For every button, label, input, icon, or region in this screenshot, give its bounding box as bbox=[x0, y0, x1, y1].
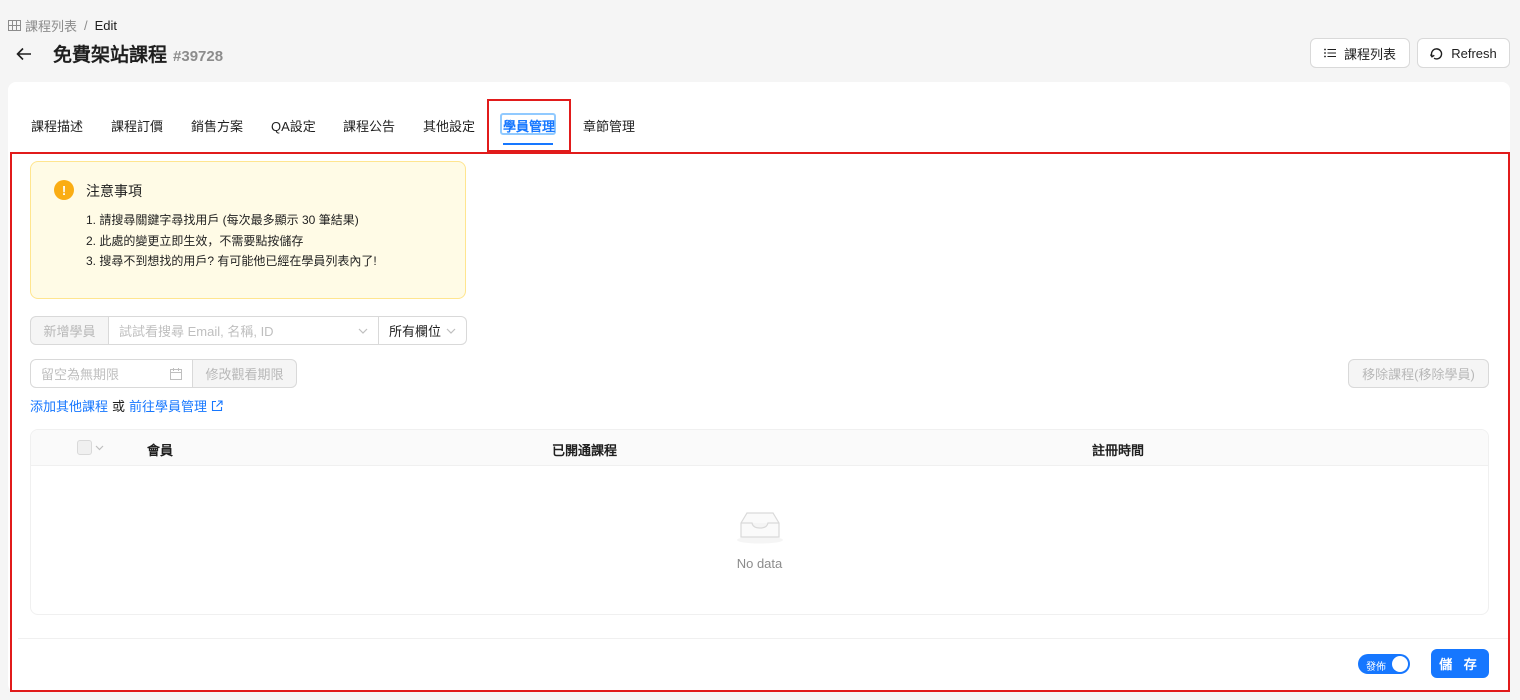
warning-icon: ! bbox=[54, 180, 74, 200]
field-select[interactable]: 所有欄位 bbox=[379, 316, 467, 345]
column-header-courses: 已開通課程 bbox=[552, 443, 618, 458]
table-header: 會員 已開通課程 註冊時間 bbox=[31, 430, 1488, 466]
notice-list: 1. 請搜尋關鍵字尋找用戶 (每次最多顯示 30 筆結果) 2. 此處的變更立即… bbox=[86, 210, 377, 272]
publish-toggle-label: 發佈 bbox=[1366, 662, 1386, 673]
tab-sales-plans[interactable]: 銷售方案 bbox=[191, 116, 243, 135]
empty-inbox-icon bbox=[737, 512, 783, 544]
select-all-checkbox[interactable] bbox=[77, 440, 104, 455]
notice-alert: ! 注意事項 1. 請搜尋關鍵字尋找用戶 (每次最多顯示 30 筆結果) 2. … bbox=[30, 161, 466, 299]
refresh-icon bbox=[1430, 47, 1443, 60]
refresh-button-label: Refresh bbox=[1451, 45, 1497, 61]
refresh-button[interactable]: Refresh bbox=[1417, 38, 1510, 68]
tab-qa-settings[interactable]: QA設定 bbox=[271, 116, 316, 135]
checkbox[interactable] bbox=[77, 440, 92, 455]
breadcrumb-current: Edit bbox=[94, 17, 118, 33]
breadcrumb-parent-label: 課程列表 bbox=[25, 18, 78, 34]
modify-expire-button[interactable]: 修改觀看期限 bbox=[193, 359, 297, 388]
notice-title: 注意事項 bbox=[86, 183, 142, 199]
external-link-icon[interactable] bbox=[211, 399, 223, 412]
page-title: 免費架站課程 bbox=[53, 45, 168, 66]
expire-date-placeholder: 留空為無期限 bbox=[41, 367, 120, 382]
course-list-button-label: 課程列表 bbox=[1343, 46, 1396, 62]
table-icon bbox=[8, 19, 21, 31]
chevron-down-icon[interactable] bbox=[95, 445, 104, 451]
breadcrumb: 課程列表 / Edit bbox=[8, 16, 117, 34]
search-placeholder: 試試看搜尋 Email, 名稱, ID bbox=[119, 324, 274, 339]
highlight-box-tab bbox=[487, 99, 571, 152]
main-card: 課程描述 課程訂價 銷售方案 QA設定 課程公告 其他設定 學員管理 章節管理 … bbox=[8, 82, 1510, 692]
calendar-icon bbox=[170, 367, 182, 380]
tab-announcements[interactable]: 課程公告 bbox=[343, 116, 395, 135]
expire-date-row: 留空為無期限 修改觀看期限 bbox=[30, 359, 297, 388]
remove-course-button[interactable]: 移除課程(移除學員) bbox=[1348, 359, 1489, 388]
add-other-course-link[interactable]: 添加其他課程 bbox=[30, 396, 108, 415]
empty-text: No data bbox=[736, 556, 783, 571]
notice-item: 2. 此處的變更立即生效，不需要點按儲存 bbox=[86, 233, 304, 248]
tab-pricing[interactable]: 課程訂價 bbox=[111, 116, 163, 135]
tab-bar: 課程描述 課程訂價 銷售方案 QA設定 課程公告 其他設定 學員管理 章節管理 bbox=[8, 82, 1510, 152]
breadcrumb-separator: / bbox=[84, 17, 88, 33]
tab-description[interactable]: 課程描述 bbox=[31, 116, 83, 135]
list-icon bbox=[1324, 48, 1336, 58]
chevron-down-icon bbox=[446, 328, 456, 334]
page-header: 免費架站課程 #39728 bbox=[14, 40, 223, 67]
links-row: 添加其他課程 或 前往學員管理 bbox=[30, 396, 223, 415]
column-header-member: 會員 bbox=[147, 443, 174, 458]
breadcrumb-parent[interactable]: 課程列表 bbox=[8, 16, 77, 35]
toggle-knob bbox=[1392, 656, 1408, 672]
footer-divider bbox=[18, 638, 1508, 639]
students-table: 會員 已開通課程 註冊時間 No data bbox=[30, 429, 1489, 615]
empty-state: No data bbox=[31, 466, 1488, 614]
links-or: 或 bbox=[112, 399, 126, 414]
back-arrow-icon[interactable] bbox=[14, 42, 34, 66]
column-header-registered: 註冊時間 bbox=[1092, 443, 1145, 458]
goto-student-management-link[interactable]: 前往學員管理 bbox=[129, 396, 207, 415]
expire-date-input[interactable]: 留空為無期限 bbox=[30, 359, 193, 388]
notice-item: 1. 請搜尋關鍵字尋找用戶 (每次最多顯示 30 筆結果) bbox=[86, 213, 359, 227]
tab-chapter-management[interactable]: 章節管理 bbox=[583, 116, 635, 135]
add-student-row: 新增學員 試試看搜尋 Email, 名稱, ID 所有欄位 bbox=[30, 316, 467, 345]
save-button[interactable]: 儲 存 bbox=[1431, 649, 1489, 678]
student-search-input[interactable]: 試試看搜尋 Email, 名稱, ID bbox=[109, 316, 379, 345]
course-id: #39728 bbox=[173, 48, 224, 65]
notice-item: 3. 搜尋不到想找的用戶? 有可能他已經在學員列表內了! bbox=[86, 254, 377, 268]
field-select-value: 所有欄位 bbox=[389, 324, 442, 339]
chevron-down-icon bbox=[358, 328, 368, 334]
publish-toggle[interactable]: 發佈 bbox=[1358, 654, 1410, 674]
add-student-button[interactable]: 新增學員 bbox=[30, 316, 109, 345]
course-list-button[interactable]: 課程列表 bbox=[1310, 38, 1410, 68]
tab-other-settings[interactable]: 其他設定 bbox=[423, 116, 475, 135]
